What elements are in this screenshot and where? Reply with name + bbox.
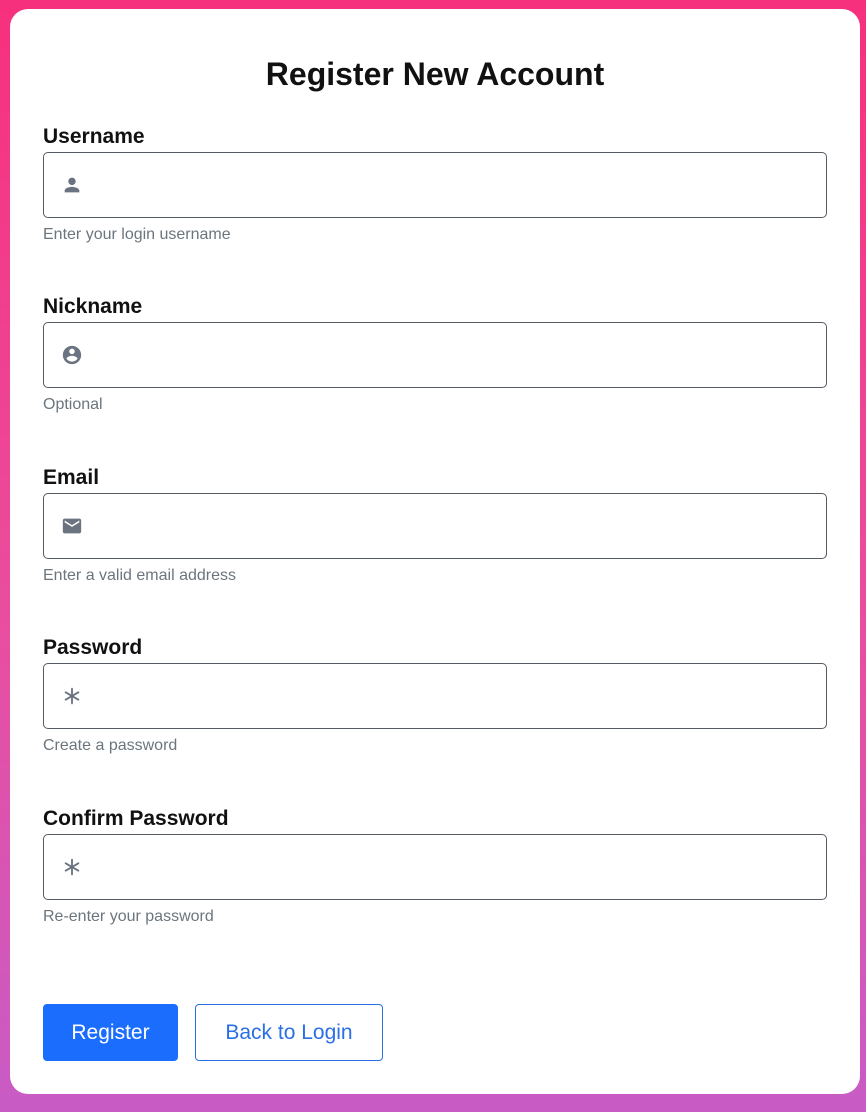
username-input-wrapper[interactable]: [43, 152, 827, 218]
page-title: Register New Account: [265, 56, 605, 92]
email-input[interactable]: [96, 494, 816, 558]
username-input[interactable]: [96, 153, 816, 217]
asterisk-icon: [61, 856, 83, 878]
email-label: Email: [43, 466, 100, 489]
email-help-text: Enter a valid email address: [43, 567, 236, 584]
nickname-help-text: Optional: [43, 396, 103, 413]
password-input-wrapper[interactable]: [43, 663, 827, 729]
password-field-group: Password Create a password: [43, 635, 827, 754]
back-to-login-button[interactable]: Back to Login: [195, 1004, 383, 1061]
confirm-password-input[interactable]: [96, 835, 816, 899]
register-button[interactable]: Register: [43, 1004, 178, 1061]
register-card: Register New Account Username Enter your…: [10, 9, 860, 1094]
nickname-field-group: Nickname Optional: [43, 294, 827, 413]
asterisk-icon: [61, 685, 83, 707]
password-label: Password: [43, 636, 143, 659]
username-field-group: Username Enter your login username: [43, 124, 827, 243]
email-field-group: Email Enter a valid email address: [43, 465, 827, 584]
nickname-input[interactable]: [96, 323, 816, 387]
username-help-text: Enter your login username: [43, 226, 231, 243]
account-circle-icon: [61, 344, 83, 366]
confirm-password-input-wrapper[interactable]: [43, 834, 827, 900]
confirm-password-field-group: Confirm Password Re-enter your password: [43, 806, 827, 925]
nickname-label: Nickname: [43, 295, 143, 318]
confirm-password-help-text: Re-enter your password: [43, 908, 214, 925]
confirm-password-label: Confirm Password: [43, 807, 229, 830]
password-help-text: Create a password: [43, 737, 178, 754]
email-input-wrapper[interactable]: [43, 493, 827, 559]
password-input[interactable]: [96, 664, 816, 728]
envelope-icon: [61, 515, 83, 537]
nickname-input-wrapper[interactable]: [43, 322, 827, 388]
username-label: Username: [43, 125, 145, 148]
person-icon: [61, 174, 83, 196]
